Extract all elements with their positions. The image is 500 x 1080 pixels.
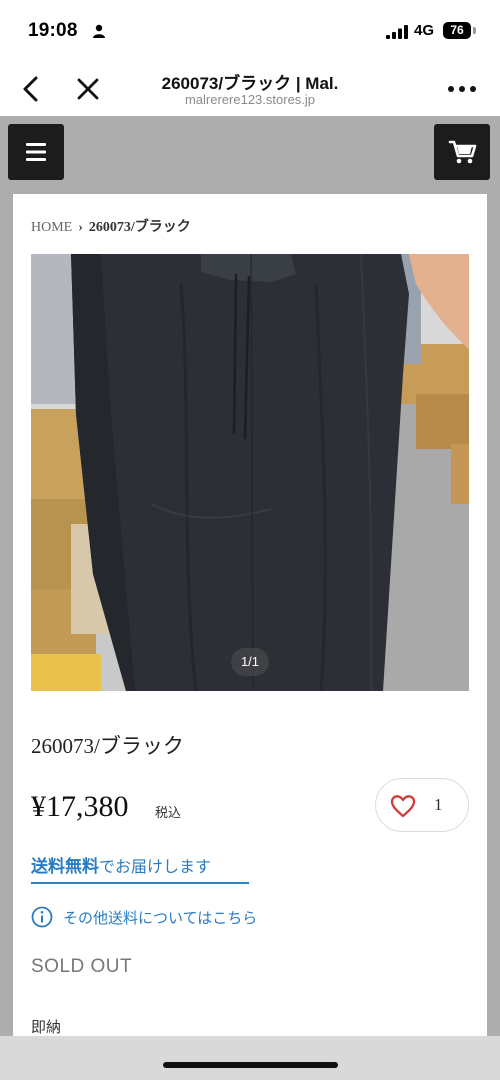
shipping-info-text: その他送料についてはこちら: [63, 909, 258, 927]
favorite-count: 1: [434, 795, 443, 814]
product-note: 即納: [31, 1018, 62, 1036]
battery-indicator: 76: [443, 22, 471, 39]
product-name: 260073/ブラック: [31, 734, 184, 758]
more-icon[interactable]: [446, 82, 478, 96]
close-icon[interactable]: [74, 74, 102, 104]
breadcrumb-home[interactable]: HOME: [31, 220, 72, 235]
menu-button[interactable]: [8, 124, 64, 180]
shipping-suffix: でお届けします: [99, 857, 212, 876]
page-url[interactable]: malrerere123.stores.jp: [120, 92, 380, 107]
heart-icon: [390, 795, 416, 818]
status-time: 19:08: [28, 20, 78, 41]
info-icon: [31, 906, 53, 928]
product-image: [31, 254, 469, 691]
product-price: ¥17,380: [31, 790, 129, 823]
cart-icon: [448, 140, 477, 164]
hamburger-menu-icon: [26, 143, 46, 161]
browser-bar: 260073/ブラック | Mal. malrerere123.stores.j…: [0, 60, 500, 116]
favorite-button[interactable]: 1: [375, 778, 469, 832]
store-page: HOME › 260073/ブラック 1/1 260073/ブラック ¥17,3…: [0, 116, 500, 1036]
battery-nub: [473, 27, 476, 34]
free-shipping-label: 送料無料: [31, 857, 99, 877]
breadcrumb: HOME › 260073/ブラック: [31, 216, 191, 236]
tax-label: 税込: [155, 805, 182, 820]
product-card: HOME › 260073/ブラック 1/1 260073/ブラック ¥17,3…: [13, 194, 487, 1036]
product-photo[interactable]: 1/1: [31, 254, 469, 691]
person-icon: [93, 24, 105, 38]
network-label: 4G: [414, 22, 435, 39]
signal-icon: [386, 25, 408, 39]
chevron-right-icon: ›: [78, 220, 83, 235]
cart-button[interactable]: [434, 124, 490, 180]
breadcrumb-current: 260073/ブラック: [88, 220, 191, 235]
home-indicator[interactable]: [163, 1062, 338, 1068]
sold-out-status: SOLD OUT: [31, 956, 133, 977]
page-title: 260073/ブラック | Mal.: [161, 74, 339, 93]
back-icon[interactable]: [18, 74, 44, 104]
free-shipping-banner: 送料無料でお届けします: [31, 852, 249, 884]
status-bar: 19:08 4G 76: [0, 0, 500, 60]
bottom-bar: [0, 1036, 500, 1080]
shipping-info-link[interactable]: その他送料についてはこちら: [31, 904, 331, 932]
image-counter: 1/1: [231, 648, 269, 676]
